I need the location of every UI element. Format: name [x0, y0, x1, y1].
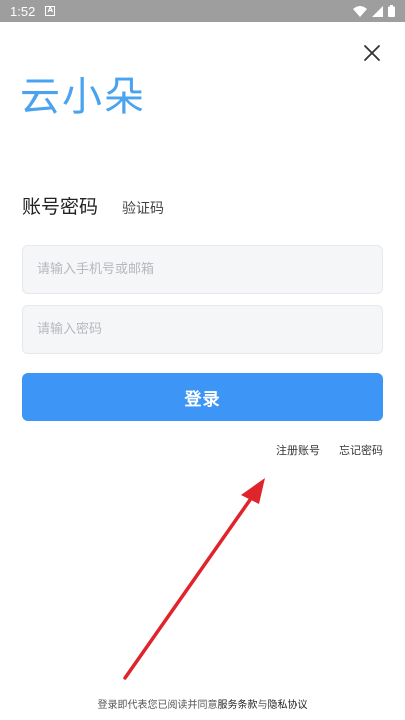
- battery-icon: [388, 5, 395, 17]
- footer-agreement: 登录即代表您已阅读并同意服务条款与隐私协议: [0, 696, 405, 711]
- status-icons: [353, 5, 395, 17]
- footer-prefix: 登录即代表您已阅读并同意: [97, 700, 218, 711]
- signal-icon: [372, 5, 383, 17]
- terms-link[interactable]: 服务条款: [218, 700, 258, 711]
- account-input[interactable]: [22, 245, 383, 294]
- app-logo: 云小朵: [20, 74, 146, 120]
- login-tabs: 账号密码 验证码: [22, 192, 164, 219]
- wifi-icon: [353, 5, 367, 17]
- status-time: 1:52: [10, 3, 36, 19]
- privacy-link[interactable]: 隐私协议: [268, 700, 308, 711]
- login-button[interactable]: 登录: [22, 373, 383, 421]
- tab-password-login[interactable]: 账号密码: [22, 192, 98, 219]
- status-bar: 1:52 A: [0, 0, 405, 22]
- tab-code-login[interactable]: 验证码: [122, 198, 164, 218]
- close-icon: [364, 45, 380, 61]
- notification-icon: A: [45, 6, 56, 16]
- close-button[interactable]: [361, 42, 383, 64]
- register-link[interactable]: 注册账号: [276, 442, 320, 458]
- password-input[interactable]: [22, 305, 383, 354]
- annotation-arrow-head: [241, 478, 265, 504]
- forgot-password-link[interactable]: 忘记密码: [339, 442, 383, 458]
- annotation-arrow-shaft: [123, 495, 254, 680]
- footer-joiner: 与: [257, 700, 268, 711]
